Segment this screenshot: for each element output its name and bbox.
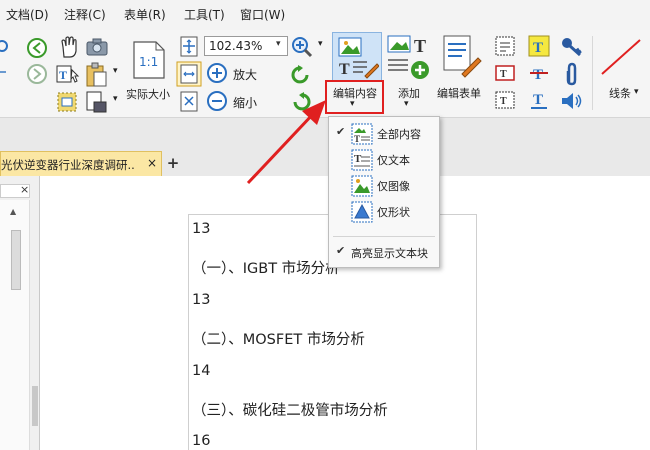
paperclip-icon[interactable] — [562, 62, 582, 86]
svg-text:T: T — [339, 61, 350, 78]
fit-page-icon[interactable] — [178, 35, 200, 57]
menu-separator — [333, 236, 435, 237]
toc-page-number[interactable]: 16 — [192, 433, 210, 449]
line-tool-icon[interactable] — [598, 36, 644, 78]
line-dropdown-icon[interactable]: ▾ — [634, 87, 639, 97]
scrollbar-thumb[interactable] — [11, 230, 21, 290]
annotation-arrow-icon — [246, 100, 326, 185]
nav-forward-partial-icon[interactable] — [0, 64, 10, 80]
panel-close-icon[interactable]: × — [20, 183, 29, 196]
toc-page-number[interactable]: 13 — [192, 292, 210, 308]
form-text-field-icon[interactable] — [494, 35, 516, 57]
sound-icon[interactable] — [560, 90, 584, 112]
add-dropdown-icon[interactable]: ▾ — [404, 99, 409, 109]
hand-tool-icon[interactable] — [58, 35, 80, 59]
document-tab[interactable]: 光伏逆变器行业深度调研.. × — [0, 151, 162, 176]
menu-document[interactable]: 文档(D) — [6, 6, 49, 23]
menu-item-shape-only[interactable]: 仅形状 — [329, 200, 439, 224]
menu-item-image-only[interactable]: 仅图像 — [329, 174, 439, 198]
document-properties-icon[interactable] — [84, 90, 110, 114]
scroll-up-icon[interactable]: ▲ — [10, 207, 16, 216]
actual-size-icon[interactable]: 1:1 — [132, 40, 166, 80]
underline-text-icon[interactable]: T — [528, 89, 550, 111]
edit-content-dropdown-menu: ✔ T 全部内容 T 仅文本 仅图像 仅形状 ✔ 高亮显示文本块 — [328, 116, 440, 268]
zoom-in-label[interactable]: 放大 — [233, 66, 257, 83]
toc-entry[interactable]: （一）、IGBT 市场分析 — [192, 257, 340, 278]
checkmark-icon: ✔ — [336, 244, 346, 257]
menu-item-label: 高亮显示文本块 — [351, 247, 428, 260]
highlight-text-icon[interactable]: T — [528, 35, 550, 57]
menu-bar: 文档(D) 注释(C) 表单(R) 工具(T) 窗口(W) — [0, 0, 650, 30]
key-icon[interactable] — [560, 35, 584, 57]
document-properties-dropdown-icon[interactable]: ▾ — [113, 94, 118, 104]
toc-entry[interactable]: （三）、碳化硅二极管市场分析 — [192, 399, 388, 420]
toc-entry[interactable]: （二）、MOSFET 市场分析 — [192, 328, 365, 349]
form-textbox-icon[interactable]: T — [494, 89, 516, 111]
clipboard-dropdown-icon[interactable]: ▾ — [113, 66, 118, 76]
zoom-magnifier-icon[interactable] — [290, 35, 314, 59]
menu-comment[interactable]: 注释(C) — [64, 6, 106, 23]
menu-item-highlight-text-blocks[interactable]: ✔ 高亮显示文本块 — [329, 241, 439, 265]
actual-size-label[interactable]: 实际大小 — [126, 86, 170, 102]
fit-width-icon[interactable] — [176, 61, 202, 87]
document-tab-title[interactable]: 光伏逆变器行业深度调研.. — [1, 157, 136, 173]
rotate-left-icon[interactable] — [290, 64, 312, 86]
svg-text:T: T — [533, 92, 543, 108]
zoom-out-icon[interactable] — [206, 90, 228, 112]
text-only-icon: T — [351, 149, 373, 171]
ribbon-separator — [592, 36, 593, 110]
snapshot-camera-icon[interactable] — [86, 38, 108, 56]
image-only-icon — [351, 175, 373, 197]
svg-text:T: T — [59, 68, 67, 82]
clipboard-icon[interactable] — [84, 62, 110, 88]
left-navigation-panel: × ▲ — [0, 176, 40, 450]
svg-text:T: T — [354, 153, 362, 165]
zoom-magnifier-dropdown-icon[interactable]: ▾ — [318, 39, 323, 49]
menu-item-label: 仅图像 — [377, 180, 410, 193]
select-text-icon[interactable]: T — [56, 64, 80, 86]
new-tab-button[interactable]: + — [164, 153, 182, 173]
toc-page-number[interactable]: 14 — [192, 363, 210, 379]
form-typewriter-icon[interactable]: T — [494, 62, 516, 84]
svg-text:1:1: 1:1 — [139, 55, 158, 69]
svg-text:T: T — [354, 134, 360, 144]
back-arrow-icon[interactable] — [26, 37, 48, 59]
add-label[interactable]: 添加 — [398, 85, 420, 101]
svg-text:T: T — [500, 96, 507, 107]
toc-page-number[interactable]: 13 — [192, 221, 210, 237]
panel-scrollbar[interactable]: ▲ — [10, 202, 24, 450]
all-content-icon: T — [351, 123, 373, 145]
zoom-in-icon[interactable] — [206, 62, 228, 84]
edit-form-icon[interactable] — [440, 34, 484, 80]
menu-item-label: 仅文本 — [377, 154, 410, 167]
panel-header: × — [0, 183, 30, 198]
svg-text:T: T — [500, 69, 507, 80]
add-content-icon[interactable]: T — [386, 34, 432, 80]
menu-item-label: 全部内容 — [377, 128, 421, 141]
stamp-tool-icon[interactable] — [56, 90, 80, 114]
zoom-value[interactable]: 102.43% — [209, 39, 262, 53]
menu-item-all-content[interactable]: ✔ T 全部内容 — [329, 122, 439, 146]
edit-content-icon: T — [338, 37, 379, 79]
menu-item-label: 仅形状 — [377, 206, 410, 219]
svg-text:T: T — [414, 36, 426, 56]
menu-tools[interactable]: 工具(T) — [184, 6, 225, 23]
zoom-combobox[interactable]: 102.43% ▾ — [204, 36, 288, 56]
zoom-dropdown-icon[interactable]: ▾ — [276, 39, 281, 49]
svg-text:T: T — [533, 67, 543, 83]
svg-text:T: T — [533, 40, 543, 56]
fit-visible-icon[interactable] — [178, 90, 200, 112]
line-label[interactable]: 线条 — [609, 85, 631, 101]
menu-item-text-only[interactable]: T 仅文本 — [329, 148, 439, 172]
forward-arrow-icon[interactable] — [26, 63, 48, 85]
edit-form-label[interactable]: 编辑表单 — [437, 85, 481, 101]
edit-content-button[interactable]: T — [332, 32, 382, 82]
nav-back-partial-icon[interactable] — [0, 38, 10, 54]
panel-splitter[interactable] — [32, 386, 38, 426]
menu-form[interactable]: 表单(R) — [124, 6, 166, 23]
strikeout-text-icon[interactable]: T — [528, 62, 550, 84]
close-tab-icon[interactable]: × — [147, 156, 157, 170]
menu-window[interactable]: 窗口(W) — [240, 6, 285, 23]
shape-only-icon — [351, 201, 373, 223]
